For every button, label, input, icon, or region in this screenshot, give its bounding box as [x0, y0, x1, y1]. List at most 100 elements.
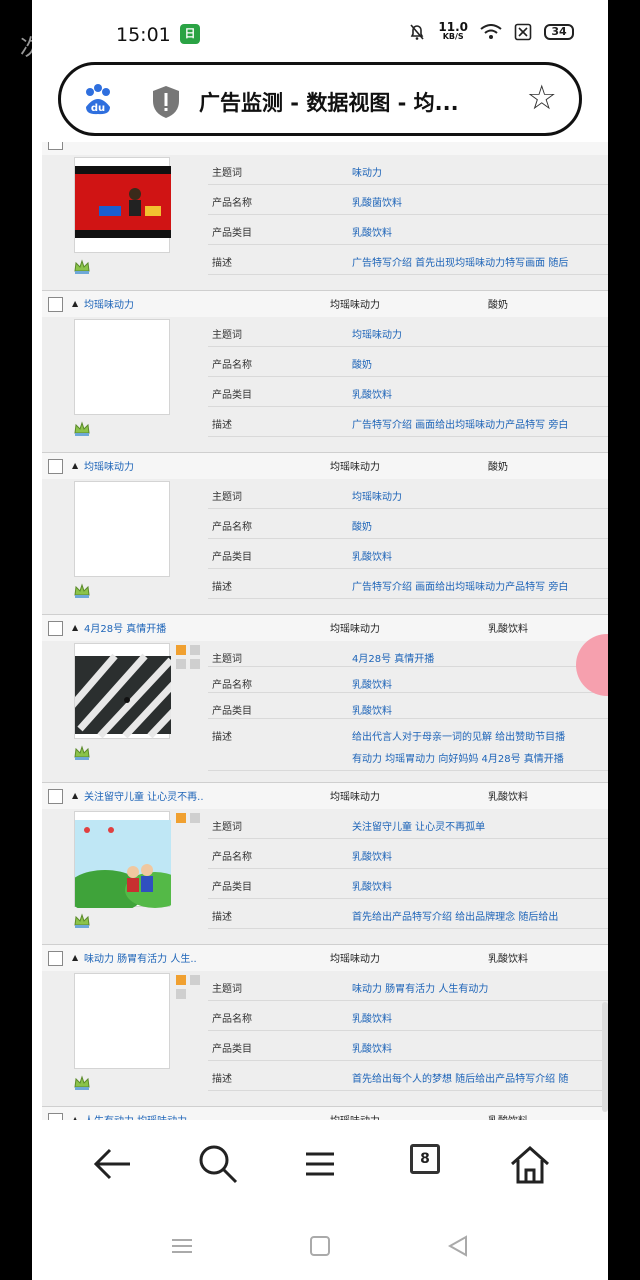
row-brand: 均瑶味动力 — [330, 1112, 380, 1120]
back-arrow-icon[interactable] — [88, 1140, 136, 1188]
row-checkbox[interactable] — [48, 1113, 63, 1120]
field-value-link[interactable]: 乳酸饮料 — [352, 676, 392, 691]
crown-icon[interactable] — [74, 583, 90, 599]
menu-icon[interactable] — [296, 1140, 344, 1188]
row-category: 乳酸饮料 — [488, 792, 528, 803]
tile-icons[interactable] — [176, 813, 204, 841]
field-label: 主题词 — [212, 330, 242, 341]
ad-thumbnail[interactable] — [74, 973, 170, 1069]
field-value-link[interactable]: 有动力 均瑶胃动力 向好妈妈 4月28号 真情开播 — [352, 750, 564, 765]
row-checkbox[interactable] — [48, 297, 63, 312]
table-row[interactable]: ▲ 均瑶味动力 均瑶味动力 酸奶 主题词 均瑶味动力 产品名称 酸奶 产品类目 乳酸饮… — [42, 290, 608, 452]
system-nav-bar — [32, 1210, 608, 1280]
field-value-link[interactable]: 乳酸饮料 — [352, 386, 392, 401]
tile-icons[interactable] — [176, 975, 204, 1003]
home-square-icon[interactable] — [306, 1232, 334, 1260]
thumbnail-cartoon — [65, 820, 185, 914]
tab-count: 8 — [410, 1144, 440, 1174]
crown-icon[interactable] — [74, 421, 90, 437]
address-bar[interactable]: du 广告监测 - 数据视图 - 均... ☆ — [58, 62, 582, 136]
collapse-triangle-icon[interactable]: ▲ — [72, 791, 78, 800]
collapse-triangle-icon[interactable]: ▲ — [72, 623, 78, 632]
field-value-link[interactable]: 乳酸饮料 — [352, 224, 392, 239]
baidu-paw-icon[interactable]: du — [81, 83, 115, 117]
field-value-link[interactable]: 均瑶味动力 — [352, 488, 402, 503]
security-shield-icon[interactable] — [151, 85, 181, 119]
field-label: 产品名称 — [212, 360, 252, 371]
field-value-link[interactable]: 乳酸饮料 — [352, 702, 392, 717]
app-notification-icon: 日 — [180, 24, 200, 44]
collapse-triangle-icon[interactable]: ▲ — [72, 299, 78, 308]
table-row[interactable]: ▲ 人生有动力 均瑶味动力 均瑶味动力 乳酸饮料 — [42, 1106, 608, 1120]
back-triangle-icon[interactable] — [444, 1232, 472, 1260]
table-row[interactable]: ▲ 关注留守儿童 让心灵不再.. 均瑶味动力 乳酸饮料 主题词 关注留守儿童 让… — [42, 782, 608, 944]
field-value-link[interactable]: 首先给出产品特写介绍 给出品牌理念 随后给出 — [352, 908, 558, 923]
row-checkbox[interactable] — [48, 951, 63, 966]
field-value-link[interactable]: 给出代言人对于母亲一词的见解 给出赞助节目播 — [352, 728, 565, 743]
field-value-link[interactable]: 广告特写介绍 画面给出均瑶味动力产品特写 旁白 — [352, 578, 568, 593]
crown-icon[interactable] — [74, 1075, 90, 1091]
field-label: 产品名称 — [212, 680, 252, 691]
page-content[interactable]: 主题词 味动力 产品名称 乳酸菌饮料 产品类目 乳酸饮料 描述 广告特写介绍 首先出现均… — [42, 142, 608, 1120]
tabs-button[interactable]: 8 — [410, 1140, 458, 1188]
page-title[interactable]: 广告监测 - 数据视图 - 均... — [199, 87, 459, 117]
table-row[interactable]: 主题词 味动力 产品名称 乳酸菌饮料 产品类目 乳酸饮料 描述 广告特写介绍 首先出现均… — [42, 142, 608, 296]
field-value-link[interactable]: 广告特写介绍 画面给出均瑶味动力产品特写 旁白 — [352, 416, 568, 431]
crown-icon[interactable] — [74, 745, 90, 761]
row-checkbox[interactable] — [48, 459, 63, 474]
field-value-link[interactable]: 关注留守儿童 让心灵不再孤单 — [352, 818, 485, 833]
field-value-link[interactable]: 乳酸菌饮料 — [352, 194, 402, 209]
field-value-link[interactable]: 酸奶 — [352, 356, 372, 371]
watermark-text: 次元 — [20, 36, 67, 61]
bookmark-star-icon[interactable]: ☆ — [527, 81, 557, 115]
row-header: ▲ 均瑶味动力 均瑶味动力 酸奶 — [42, 291, 608, 317]
field-value-link[interactable]: 乳酸饮料 — [352, 548, 392, 563]
row-checkbox[interactable] — [48, 142, 63, 150]
row-header: ▲ 味动力 肠胃有活力 人生.. 均瑶味动力 乳酸饮料 — [42, 945, 608, 971]
field-value-link[interactable]: 味动力 — [352, 164, 382, 179]
field-value-link[interactable]: 乳酸饮料 — [352, 1040, 392, 1055]
ad-thumbnail[interactable] — [65, 811, 185, 914]
crown-icon[interactable] — [74, 259, 90, 275]
field-value-link[interactable]: 广告特写介绍 首先出现均瑶味动力特写画面 随后 — [352, 254, 568, 269]
field-value-link[interactable]: 味动力 肠胃有活力 人生有动力 — [352, 980, 488, 995]
field-value-link[interactable]: 4月28号 真情开播 — [352, 650, 434, 665]
row-brand: 均瑶味动力 — [330, 954, 380, 965]
row-title-link[interactable]: 均瑶味动力 — [84, 458, 134, 473]
row-checkbox[interactable] — [48, 789, 63, 804]
tile-gray — [190, 659, 200, 669]
search-icon[interactable] — [194, 1140, 242, 1188]
ad-thumbnail[interactable] — [74, 157, 171, 253]
field-value-link[interactable]: 乳酸饮料 — [352, 1010, 392, 1025]
home-icon[interactable] — [506, 1140, 554, 1188]
scrollbar-thumb[interactable] — [602, 1002, 608, 1112]
collapse-triangle-icon[interactable]: ▲ — [72, 953, 78, 962]
field-label: 描述 — [212, 912, 232, 923]
table-row[interactable]: ▲ 4月28号 真情开播 均瑶味动力 乳酸饮料 主题词 4月28号 真情开播 产… — [42, 614, 608, 782]
row-title-link[interactable]: 关注留守儿童 让心灵不再.. — [84, 788, 204, 803]
table-row[interactable]: ▲ 味动力 肠胃有活力 人生.. 均瑶味动力 乳酸饮料 主题词 味动力 肠胃有活力… — [42, 944, 608, 1106]
recents-icon[interactable] — [168, 1232, 196, 1260]
field-value-link[interactable]: 均瑶味动力 — [352, 326, 402, 341]
row-title-link[interactable]: 4月28号 真情开播 — [84, 620, 166, 635]
ad-thumbnail[interactable] — [62, 643, 188, 739]
row-title-link[interactable]: 人生有动力 均瑶味动力 — [84, 1112, 187, 1120]
field-label: 主题词 — [212, 822, 242, 833]
field-label: 产品类目 — [212, 1044, 252, 1055]
table-row[interactable]: ▲ 均瑶味动力 均瑶味动力 酸奶 主题词 均瑶味动力 产品名称 酸奶 产品类目 乳酸饮… — [42, 452, 608, 614]
row-checkbox[interactable] — [48, 621, 63, 636]
field-value-link[interactable]: 首先给出每个人的梦想 随后给出产品特写介绍 随 — [352, 1070, 568, 1085]
tile-icons[interactable] — [176, 645, 204, 673]
field-label: 描述 — [212, 732, 232, 743]
ad-thumbnail[interactable] — [74, 481, 170, 577]
row-title-link[interactable]: 均瑶味动力 — [84, 296, 134, 311]
field-value-link[interactable]: 乳酸饮料 — [352, 878, 392, 893]
ad-thumbnail[interactable] — [74, 319, 170, 415]
row-title-link[interactable]: 味动力 肠胃有活力 人生.. — [84, 950, 197, 965]
field-value-link[interactable]: 酸奶 — [352, 518, 372, 533]
field-label: 产品名称 — [212, 1014, 252, 1025]
field-label: 主题词 — [212, 984, 242, 995]
collapse-triangle-icon[interactable]: ▲ — [72, 461, 78, 470]
crown-icon[interactable] — [74, 913, 90, 929]
field-value-link[interactable]: 乳酸饮料 — [352, 848, 392, 863]
